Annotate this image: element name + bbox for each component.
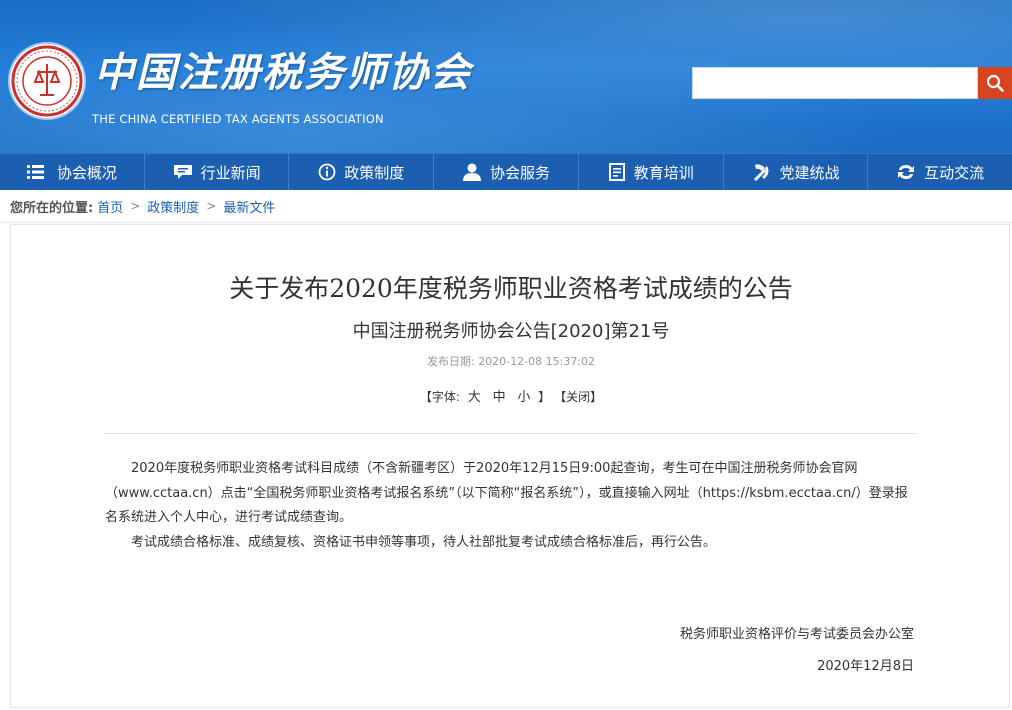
exchange-arrows-icon [898, 165, 915, 179]
nav-label: 互动交流 [924, 163, 985, 182]
person-icon [463, 163, 481, 181]
menu-icon [26, 165, 44, 179]
article-paragraph: 2020年度税务师职业资格考试科目成绩（不含新疆考区）于2020年12月15日9… [105, 461, 908, 525]
breadcrumb-policy-link[interactable]: 政策制度 [147, 197, 199, 216]
nav-label: 协会服务 [490, 163, 551, 182]
book-icon [608, 163, 625, 181]
nav-item-education[interactable]: 教育培训 [579, 154, 724, 190]
nav-label: 教育培训 [633, 163, 694, 182]
breadcrumb-home-link[interactable]: 首页 [97, 197, 123, 216]
search-input[interactable] [692, 67, 978, 99]
nav-item-policy[interactable]: 政策制度 [289, 154, 435, 190]
article-panel: 关于发布2020年度税务师职业资格考试成绩的公告 中国注册税务师协会公告[202… [10, 224, 1010, 708]
article-date: 2020年12月8日 [817, 659, 914, 674]
nav-label: 行业新闻 [200, 163, 261, 182]
font-size-controls: 【字体: 大 中 小 】 【关闭】 [11, 386, 1011, 405]
nav-item-party[interactable]: 党建统战 [724, 154, 869, 190]
font-size-label: 【字体: [419, 390, 460, 404]
info-icon [318, 163, 336, 181]
article-title: 关于发布2020年度税务师职业资格考试成绩的公告 [229, 274, 793, 303]
font-small-button[interactable]: 小 [517, 390, 530, 405]
divider [104, 433, 916, 434]
nav-label: 协会概况 [56, 163, 117, 182]
site-title-cn: 中国注册税务师协会 [94, 49, 472, 96]
nav-label: 党建统战 [779, 163, 840, 182]
site-header: 中国注册税务师协会 THE CHINA CERTIFIED TAX AGENTS… [0, 0, 1012, 153]
nav-item-interaction[interactable]: 互动交流 [868, 154, 1012, 190]
font-size-end: 】 [538, 390, 551, 404]
search-button[interactable] [978, 67, 1012, 99]
font-large-button[interactable]: 大 [468, 390, 481, 405]
close-button[interactable]: 【关闭】 [554, 390, 602, 404]
party-emblem-icon [754, 164, 769, 181]
nav-item-services[interactable]: 协会服务 [434, 154, 579, 190]
chevron-right-icon: > [206, 199, 217, 213]
article-signature: 税务师职业资格评价与考试委员会办公室 [679, 627, 914, 642]
publish-date: 2020-12-08 15:37:02 [478, 355, 596, 368]
breadcrumb-label: 您所在的位置: [10, 200, 94, 216]
main-nav: 协会概况 行业新闻 政策制度 协会服务 教育培训 党建统战 互动交流 [0, 153, 1012, 190]
article-paragraph: 考试成绩合格标准、成绩复核、资格证书申领等事项，待人社部批复考试成绩合格标准后，… [131, 534, 717, 550]
nav-item-news[interactable]: 行业新闻 [145, 154, 290, 190]
publish-label: 发布日期: [426, 355, 475, 368]
chat-bubble-icon [173, 165, 192, 179]
association-logo[interactable] [10, 44, 84, 118]
breadcrumb: 您所在的位置: 首页 > 政策制度 > 最新文件 [0, 190, 1012, 223]
site-title-en: THE CHINA CERTIFIED TAX AGENTS ASSOCIATI… [92, 112, 384, 126]
breadcrumb-latest-link[interactable]: 最新文件 [223, 197, 275, 216]
nav-label: 政策制度 [344, 163, 405, 182]
nav-item-about[interactable]: 协会概况 [0, 154, 145, 190]
article-body: 2020年度税务师职业资格考试科目成绩（不含新疆考区）于2020年12月15日9… [105, 457, 917, 555]
font-medium-button[interactable]: 中 [493, 390, 506, 405]
publish-info: 发布日期: 2020-12-08 15:37:02 [11, 353, 1011, 369]
search-icon [986, 74, 1004, 92]
article-subtitle: 中国注册税务师协会公告[2020]第21号 [352, 321, 670, 342]
chevron-right-icon: > [130, 199, 141, 213]
